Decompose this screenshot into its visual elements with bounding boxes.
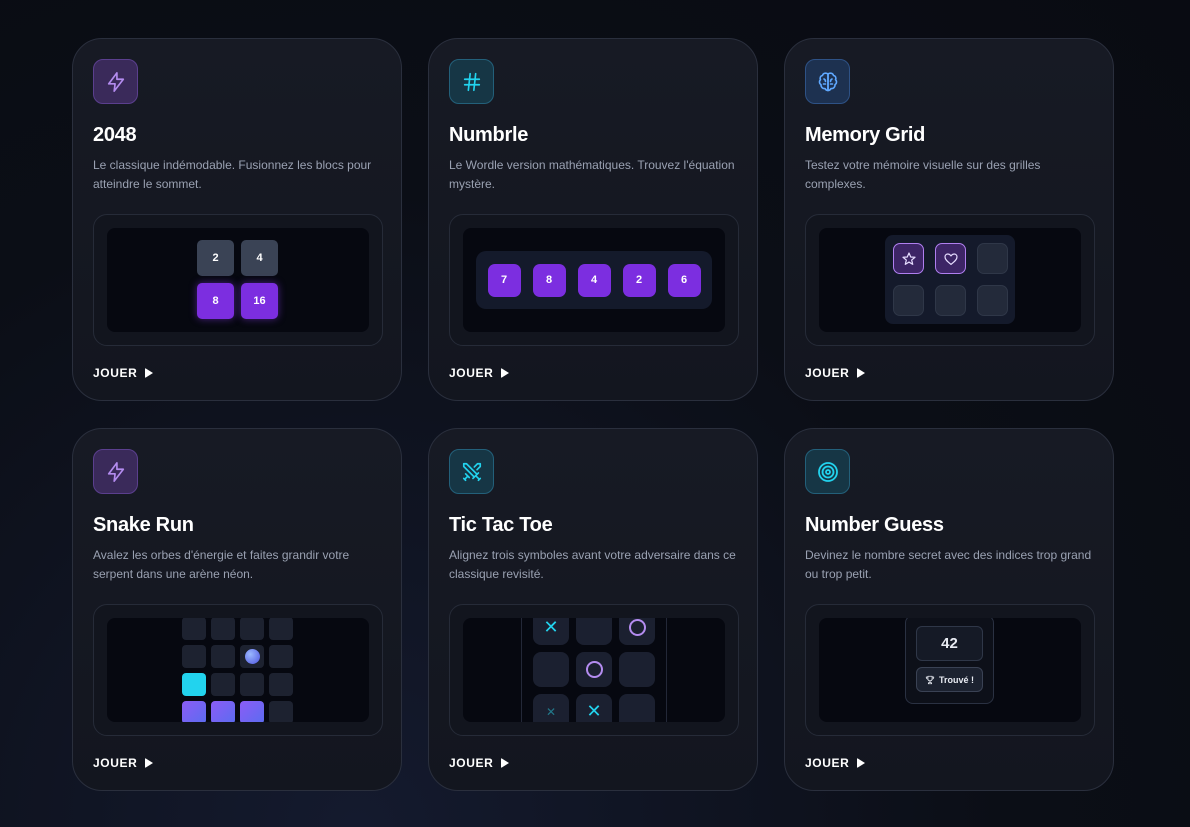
digit-tile: 2 <box>622 263 656 297</box>
board-cell: ✕ <box>533 694 569 722</box>
game-title: Numbrle <box>449 124 529 146</box>
brain-icon <box>805 59 850 104</box>
play-icon <box>145 758 154 768</box>
tile: 2 <box>197 240 234 276</box>
game-title: 2048 <box>93 124 137 146</box>
secret-number: 42 <box>916 626 983 661</box>
game-card-2048[interactable]: 2048 Le classique indémodable. Fusionnez… <box>72 38 402 401</box>
board-cell <box>533 652 569 687</box>
tile: 16 <box>241 283 278 319</box>
play-label: JOUER <box>93 366 138 380</box>
play-label: JOUER <box>805 756 850 770</box>
play-icon <box>501 368 510 378</box>
play-icon <box>857 368 866 378</box>
game-description: Devinez le nombre secret avec des indice… <box>805 548 1092 581</box>
lightning-icon <box>93 449 138 494</box>
snake-body <box>240 701 264 722</box>
board-cell: ✕ <box>533 618 569 645</box>
game-preview <box>805 214 1095 346</box>
game-title: Memory Grid <box>805 124 926 146</box>
snake-board <box>182 618 293 722</box>
play-label: JOUER <box>449 756 494 770</box>
game-card-numbrle[interactable]: Numbrle Le Wordle version mathématiques.… <box>428 38 758 401</box>
digit-tile: 7 <box>487 263 521 297</box>
target-icon <box>805 449 850 494</box>
play-button[interactable]: JOUER <box>805 756 866 770</box>
tile: 4 <box>241 240 278 276</box>
memory-card <box>935 284 966 316</box>
tile: 8 <box>197 283 234 319</box>
game-title: Snake Run <box>93 514 194 536</box>
memory-card <box>893 284 924 316</box>
found-label: Trouvé ! <box>938 674 974 685</box>
memory-card <box>977 243 1008 274</box>
o-mark-icon <box>585 661 603 678</box>
game-title: Tic Tac Toe <box>449 514 553 536</box>
memory-card <box>893 243 924 274</box>
game-description: Alignez trois symboles avant votre adver… <box>449 548 736 581</box>
tile-board: 2 4 8 16 <box>197 240 278 319</box>
board-cell <box>619 618 655 645</box>
play-button[interactable]: JOUER <box>449 756 510 770</box>
board-cell <box>576 618 612 645</box>
play-label: JOUER <box>805 366 850 380</box>
game-description: Le classique indémodable. Fusionnez les … <box>93 158 372 191</box>
board-cell: ✕ <box>576 694 612 722</box>
board-cell <box>619 652 655 687</box>
board-cell <box>576 652 612 687</box>
found-badge: Trouvé ! <box>916 667 983 692</box>
trophy-icon <box>925 675 935 684</box>
game-card-memory-grid[interactable]: Memory Grid Testez votre mémoire visuell… <box>784 38 1114 401</box>
memory-card <box>977 284 1008 316</box>
play-label: JOUER <box>449 366 494 380</box>
crossed-swords-icon <box>449 449 494 494</box>
tic-tac-toe-board: ✕ ✕ ✕ <box>533 618 655 722</box>
digit-tile: 4 <box>577 263 611 297</box>
x-mark-icon: ✕ <box>586 701 602 722</box>
play-button[interactable]: JOUER <box>805 366 866 380</box>
game-description: Le Wordle version mathématiques. Trouvez… <box>449 158 735 191</box>
game-title: Number Guess <box>805 514 944 536</box>
game-description: Testez votre mémoire visuelle sur des gr… <box>805 158 1041 191</box>
energy-orb <box>240 645 264 668</box>
digit-tile: 8 <box>532 263 566 297</box>
board-cell <box>619 694 655 722</box>
games-grid: 2048 Le classique indémodable. Fusionnez… <box>72 38 1114 791</box>
game-preview <box>93 604 383 736</box>
hash-icon <box>449 59 494 104</box>
equation-row: 7 8 4 2 6 <box>476 251 712 309</box>
game-preview: 7 8 4 2 6 <box>449 214 739 346</box>
lightning-icon <box>93 59 138 104</box>
digit-tile: 6 <box>667 263 701 297</box>
o-mark-icon <box>628 619 646 636</box>
snake-body <box>182 701 206 722</box>
game-preview: 42 Trouvé ! <box>805 604 1095 736</box>
snake-body <box>211 701 235 722</box>
game-card-snake-run[interactable]: Snake Run Avalez les orbes d'énergie et … <box>72 428 402 791</box>
game-preview: ✕ ✕ ✕ <box>449 604 739 736</box>
x-mark-icon: ✕ <box>545 704 557 719</box>
snake-head <box>182 673 206 696</box>
game-preview: 2 4 8 16 <box>93 214 383 346</box>
play-button[interactable]: JOUER <box>93 756 154 770</box>
game-card-tic-tac-toe[interactable]: Tic Tac Toe Alignez trois symboles avant… <box>428 428 758 791</box>
play-icon <box>857 758 866 768</box>
heart-icon <box>943 252 958 265</box>
star-icon <box>901 251 916 265</box>
game-card-number-guess[interactable]: Number Guess Devinez le nombre secret av… <box>784 428 1114 791</box>
game-description: Avalez les orbes d'énergie et faites gra… <box>93 548 350 581</box>
guess-panel: 42 Trouvé ! <box>905 618 994 704</box>
play-button[interactable]: JOUER <box>93 366 154 380</box>
play-icon <box>145 368 154 378</box>
memory-card <box>935 243 966 274</box>
play-icon <box>501 758 510 768</box>
play-label: JOUER <box>93 756 138 770</box>
x-mark-icon: ✕ <box>543 618 559 638</box>
memory-board <box>885 235 1015 324</box>
play-button[interactable]: JOUER <box>449 366 510 380</box>
